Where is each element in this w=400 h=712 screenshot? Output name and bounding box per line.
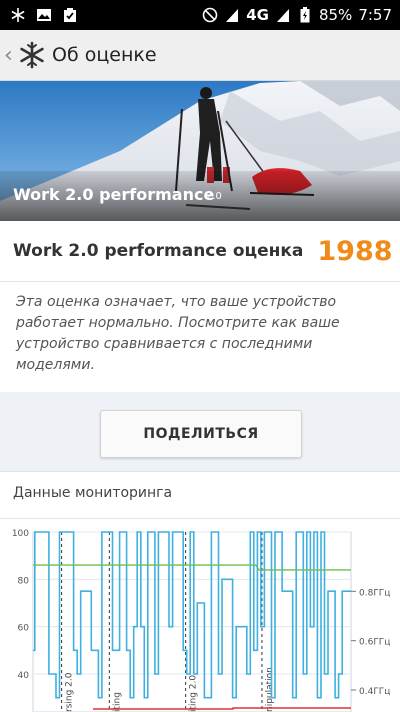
network-type: 4G bbox=[246, 6, 269, 24]
image-icon bbox=[36, 7, 52, 23]
page-title: Об оценке bbox=[52, 44, 157, 66]
segment-label: rsing 2.0 bbox=[65, 672, 75, 712]
score-row: Work 2.0 performance оценка 1988 bbox=[0, 221, 400, 282]
score-description: Эта оценка означает, что ваше устройство… bbox=[0, 282, 400, 392]
y-tick-label: 60 bbox=[18, 624, 30, 634]
y-tick-label: 40 bbox=[18, 671, 30, 681]
clipboard-check-icon bbox=[62, 7, 78, 23]
segment-label: iting 2.0 bbox=[189, 675, 199, 712]
do-not-disturb-icon bbox=[202, 7, 218, 23]
app-bar: ‹ Об оценке bbox=[0, 30, 400, 81]
snowflake-logo-icon[interactable] bbox=[18, 41, 46, 69]
battery-level: 85% bbox=[318, 6, 353, 24]
snowflake-icon bbox=[10, 7, 26, 23]
score-label: Work 2.0 performance оценка bbox=[13, 241, 304, 261]
monitoring-title: Данные мониторинга bbox=[13, 485, 173, 501]
monitoring-chart: 100 80 60 40 0.8ГГц 0.6ГГц 0.4ГГц rsing 2.0 itin… bbox=[12, 529, 390, 712]
y-tick-label: 100 bbox=[12, 529, 29, 539]
battery-icon bbox=[297, 7, 313, 23]
share-section: ПОДЕЛИТЬСЯ bbox=[0, 392, 400, 470]
signal-strength-icon bbox=[275, 7, 291, 23]
hero-version: 2.0 bbox=[206, 191, 222, 202]
y-tick-label: 80 bbox=[18, 576, 30, 586]
y-right-tick-label: 0.8ГГц bbox=[359, 588, 390, 598]
y-right-tick-label: 0.6ГГц bbox=[359, 638, 390, 648]
description-text: Эта оценка означает, что ваше устройство… bbox=[16, 294, 340, 373]
hero-title: Work 2.0 performance bbox=[13, 185, 215, 204]
monitoring-card: Данные мониторинга 100 80 60 40 0.8ГГц 0.6ГГц… bbox=[0, 471, 400, 712]
y-right-tick-label: 0.4ГГц bbox=[359, 687, 390, 697]
signal-icon bbox=[224, 7, 240, 23]
score-value: 1988 bbox=[317, 235, 393, 267]
clock: 7:57 bbox=[358, 6, 392, 24]
back-chevron-icon[interactable]: ‹ bbox=[0, 43, 16, 68]
share-button[interactable]: ПОДЕЛИТЬСЯ bbox=[100, 410, 302, 458]
hero-image: Work 2.0 performance 2.0 bbox=[0, 81, 400, 221]
segment-label: nipulation bbox=[265, 667, 275, 712]
status-bar: 4G 85% 7:57 bbox=[0, 0, 400, 30]
